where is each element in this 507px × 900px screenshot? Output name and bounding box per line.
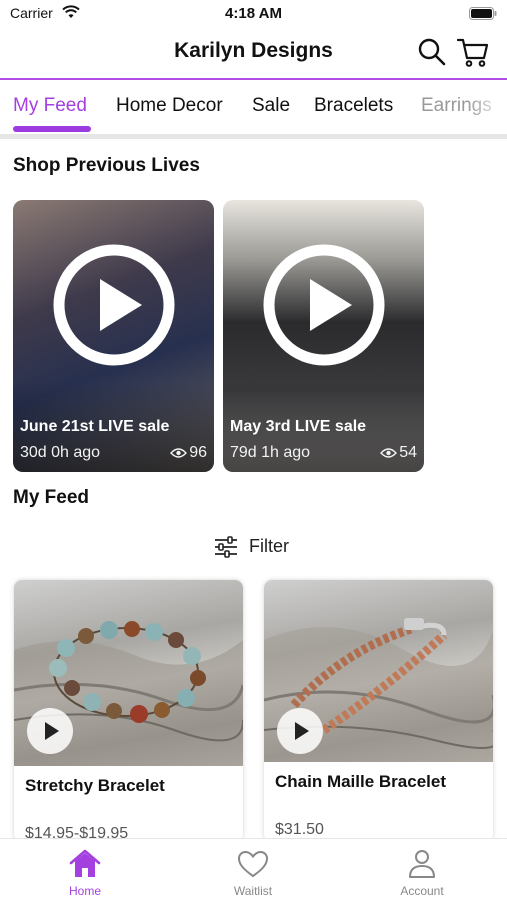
search-icon[interactable]: [417, 37, 447, 67]
previous-lives-title: Shop Previous Lives: [13, 155, 200, 176]
nav-account-label: Account: [400, 884, 444, 898]
nav-waitlist-label: Waitlist: [233, 884, 273, 898]
heart-icon: [237, 850, 269, 878]
play-icon[interactable]: [26, 707, 74, 755]
live-title: June 21st LIVE sale: [20, 418, 170, 435]
bottom-nav: Home Waitlist Account: [0, 838, 507, 900]
tabs-divider: [0, 134, 507, 139]
nav-account[interactable]: Account: [362, 839, 482, 900]
live-video-card[interactable]: May 3rd LIVE sale 79d 1h ago 54: [223, 200, 424, 472]
product-image: [14, 580, 243, 766]
product-card[interactable]: Stretchy Bracelet $14.95-$19.95: [14, 580, 243, 842]
live-view-count: 54: [399, 444, 417, 461]
status-time: 4:18 AM: [225, 5, 282, 22]
live-title: May 3rd LIVE sale: [230, 418, 367, 435]
filter-button[interactable]: Filter: [214, 534, 304, 560]
tab-bracelets[interactable]: Bracelets: [314, 95, 393, 117]
product-name: Stretchy Bracelet: [25, 776, 165, 795]
feed-title: My Feed: [13, 487, 90, 508]
product-price: $31.50: [275, 821, 324, 838]
product-image: [264, 580, 493, 762]
battery-icon: [469, 7, 497, 20]
cart-icon[interactable]: [456, 36, 490, 68]
eye-icon: [380, 448, 397, 458]
app-header: Karilyn Designs: [0, 28, 507, 78]
eye-icon: [170, 448, 187, 458]
play-icon[interactable]: [276, 707, 324, 755]
status-bar: Carrier 4:18 AM: [0, 0, 507, 28]
nav-home[interactable]: Home: [25, 839, 145, 900]
play-icon[interactable]: [52, 243, 176, 367]
filter-label: Filter: [249, 536, 289, 556]
live-time-ago: 79d 1h ago: [230, 444, 311, 461]
tab-home-decor[interactable]: Home Decor: [116, 95, 223, 117]
tab-sale[interactable]: Sale: [252, 95, 290, 117]
product-card[interactable]: Chain Maille Bracelet $31.50: [264, 580, 493, 842]
live-time-ago: 30d 0h ago: [20, 444, 101, 461]
tab-my-feed[interactable]: My Feed: [13, 95, 87, 117]
nav-waitlist[interactable]: Waitlist: [193, 839, 313, 900]
play-icon[interactable]: [262, 243, 386, 367]
active-tab-indicator: [13, 126, 91, 132]
sliders-icon: [215, 536, 237, 558]
person-icon: [409, 850, 435, 878]
live-video-card[interactable]: June 21st LIVE sale 30d 0h ago 96: [13, 200, 214, 472]
product-name: Chain Maille Bracelet: [275, 772, 447, 791]
tabs-fade: [467, 80, 507, 130]
home-icon: [69, 849, 101, 877]
nav-home-label: Home: [68, 884, 101, 898]
live-view-count: 96: [189, 444, 207, 461]
